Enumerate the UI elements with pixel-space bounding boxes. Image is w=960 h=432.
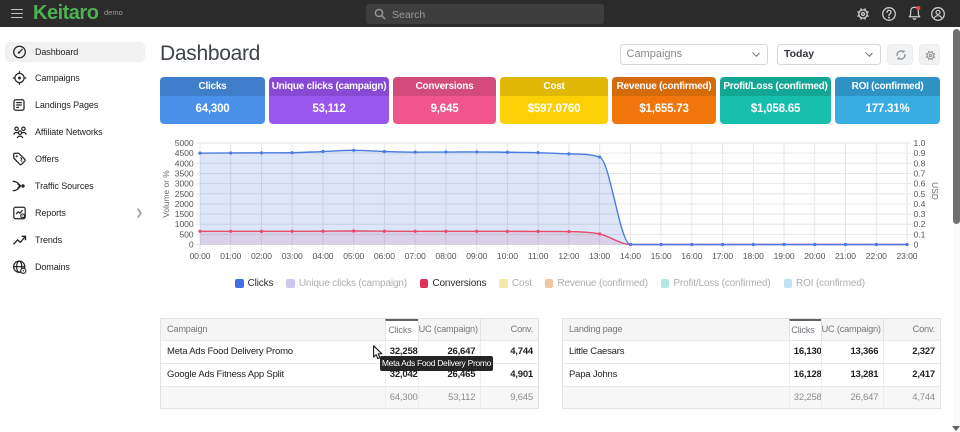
- svg-text:14:00: 14:00: [620, 251, 641, 261]
- svg-text:07:00: 07:00: [405, 251, 426, 261]
- svg-text:500: 500: [179, 229, 193, 239]
- svg-text:04:00: 04:00: [312, 251, 333, 261]
- svg-text:01:00: 01:00: [220, 251, 241, 261]
- svg-text:0.1: 0.1: [914, 229, 926, 239]
- svg-text:Volume or %: Volume or %: [161, 170, 171, 218]
- svg-text:3500: 3500: [175, 168, 194, 178]
- svg-text:2000: 2000: [175, 199, 194, 209]
- svg-text:1000: 1000: [175, 219, 194, 229]
- svg-text:13:00: 13:00: [589, 251, 610, 261]
- svg-text:16:00: 16:00: [681, 251, 702, 261]
- svg-text:10:00: 10:00: [497, 251, 518, 261]
- svg-text:0: 0: [189, 240, 194, 250]
- svg-text:17:00: 17:00: [712, 251, 733, 261]
- svg-text:0.6: 0.6: [914, 179, 926, 189]
- svg-text:1.0: 1.0: [914, 138, 926, 148]
- svg-text:5000: 5000: [175, 138, 194, 148]
- svg-text:0.3: 0.3: [914, 209, 926, 219]
- svg-text:12:00: 12:00: [558, 251, 579, 261]
- svg-text:4000: 4000: [175, 158, 194, 168]
- svg-text:0.8: 0.8: [914, 158, 926, 168]
- svg-text:19:00: 19:00: [774, 251, 795, 261]
- svg-text:00:00: 00:00: [189, 251, 210, 261]
- svg-text:23:00: 23:00: [896, 251, 917, 261]
- svg-text:22:00: 22:00: [866, 251, 887, 261]
- svg-text:15:00: 15:00: [651, 251, 672, 261]
- svg-text:0.4: 0.4: [914, 199, 926, 209]
- svg-text:02:00: 02:00: [251, 251, 272, 261]
- svg-text:09:00: 09:00: [466, 251, 487, 261]
- svg-text:21:00: 21:00: [835, 251, 856, 261]
- svg-text:0.7: 0.7: [914, 168, 926, 178]
- svg-text:03:00: 03:00: [282, 251, 303, 261]
- svg-text:3000: 3000: [175, 179, 194, 189]
- svg-text:08:00: 08:00: [435, 251, 456, 261]
- svg-text:1500: 1500: [175, 209, 194, 219]
- svg-text:USD: USD: [930, 182, 940, 200]
- svg-text:2500: 2500: [175, 189, 194, 199]
- svg-text:0.2: 0.2: [914, 219, 926, 229]
- svg-text:06:00: 06:00: [374, 251, 395, 261]
- svg-text:11:00: 11:00: [528, 251, 549, 261]
- svg-text:0: 0: [914, 240, 919, 250]
- svg-text:0.5: 0.5: [914, 189, 926, 199]
- svg-text:4500: 4500: [175, 148, 194, 158]
- svg-text:18:00: 18:00: [743, 251, 764, 261]
- svg-text:05:00: 05:00: [343, 251, 364, 261]
- svg-text:20:00: 20:00: [804, 251, 825, 261]
- svg-text:0.9: 0.9: [914, 148, 926, 158]
